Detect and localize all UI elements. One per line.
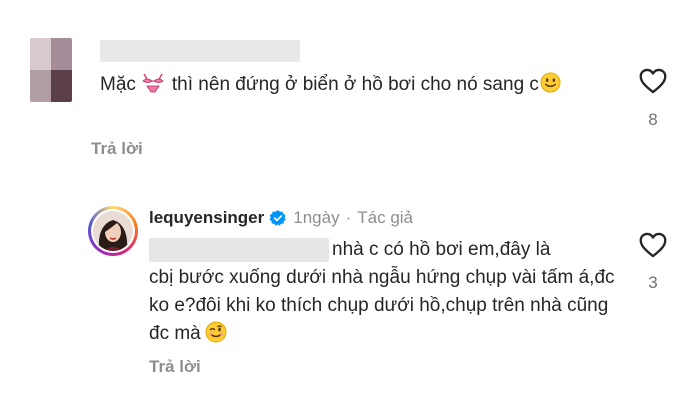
profile-photo	[93, 211, 133, 251]
comment-time: 1ngày	[293, 208, 340, 227]
comment-text-line1: nhà c có hồ bơi em,đây là	[332, 239, 551, 260]
comment-text: cbị bước xuống dưới nhà ngẫu hứng chụp v…	[149, 267, 615, 344]
like-count: 3	[648, 273, 658, 292]
bikini-emoji-icon	[142, 73, 164, 93]
winking-emoji-icon	[205, 321, 227, 343]
comment-text: Mặc thì nên đứng ở biển ở hồ bơi cho nó …	[100, 71, 620, 99]
heart-icon[interactable]	[639, 232, 667, 258]
verified-badge-icon	[269, 210, 286, 226]
reply-button[interactable]: Trả lời	[149, 357, 201, 377]
meta-separator: ·	[345, 208, 352, 227]
like-count: 8	[648, 110, 658, 129]
avatar[interactable]	[88, 206, 138, 256]
heart-icon[interactable]	[639, 68, 667, 94]
author-label: Tác giả	[357, 208, 414, 227]
avatar-redacted[interactable]	[30, 38, 72, 102]
username[interactable]: lequyensinger	[149, 208, 264, 228]
smiling-emoji-icon	[540, 72, 561, 93]
comment-header: lequyensinger 1ngày · Tác giả	[149, 208, 413, 228]
username-redacted	[100, 40, 300, 62]
reply-button[interactable]: Trả lời	[91, 139, 143, 159]
mention-redacted	[149, 238, 329, 262]
